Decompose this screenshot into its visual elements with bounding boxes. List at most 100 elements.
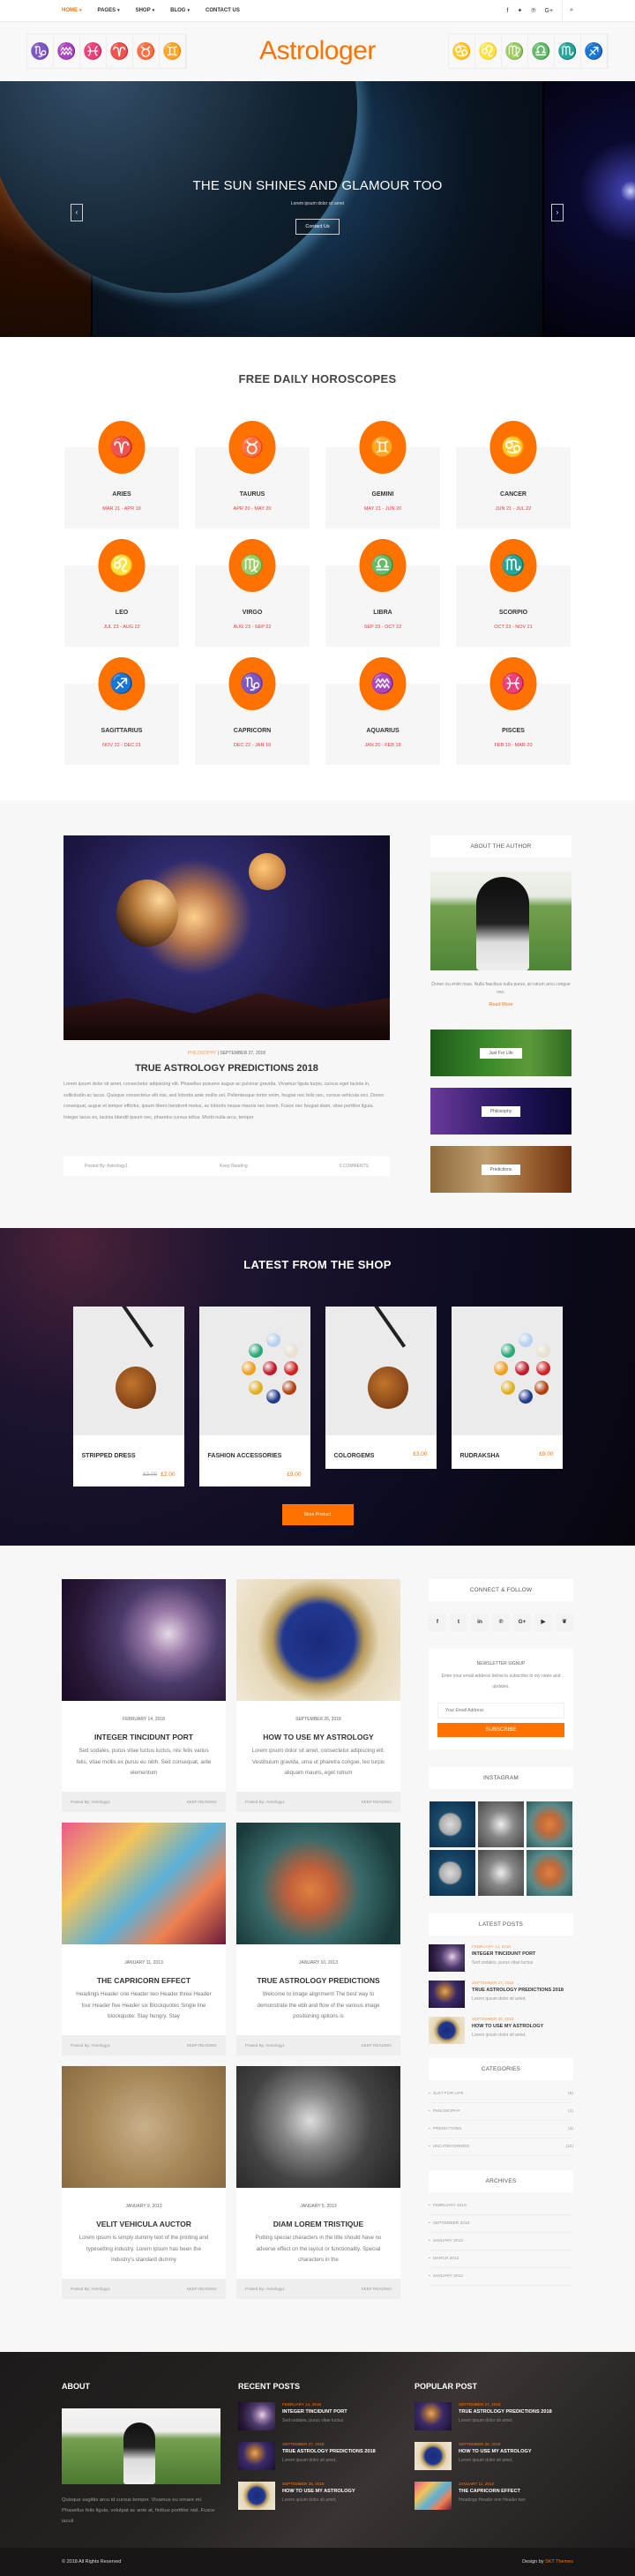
nav-item-blog[interactable]: BLOG ▾ (170, 8, 190, 13)
horoscope-card-libra[interactable]: ♎ LIBRA SEP 23 - OCT 22 (325, 539, 440, 647)
pinterest-icon[interactable]: ℗ (531, 8, 535, 14)
horoscope-card-capricorn[interactable]: ♑ CAPRICORN DEC 22 - JAN 19 (195, 657, 310, 765)
latest-post-title[interactable]: TRUE ASTROLOGY PREDICTIONS 2018 (472, 1988, 564, 1993)
keep-reading-link[interactable]: Keep Reading (220, 1164, 248, 1169)
google-plus-icon[interactable]: G+ (513, 1614, 531, 1631)
zodiac-sign-icon[interactable]: ♊ (160, 34, 186, 68)
search-icon[interactable]: ⌕ (562, 0, 573, 21)
taurus-icon[interactable]: ♉ (228, 421, 276, 474)
post-title[interactable]: TRUE ASTROLOGY PREDICTIONS (236, 1976, 400, 1985)
leaf-icon[interactable]: ❦ (556, 1614, 573, 1631)
horoscope-card-sagittarius[interactable]: ♐ SAGITTARIUS NOV 22 - DEC 21 (64, 657, 179, 765)
post-image[interactable] (236, 1823, 400, 1944)
horoscope-card-leo[interactable]: ♌ LEO JUL 23 - AUG 22 (64, 539, 179, 647)
product-image[interactable] (451, 1307, 563, 1435)
zodiac-sign-icon[interactable]: ♐ (581, 34, 608, 68)
category-item[interactable]: PREDICTIONS (3) (429, 2121, 573, 2138)
keep-reading-link[interactable]: KEEP READING (187, 2043, 217, 2048)
archive-item[interactable]: FEBRUARY 2018 (429, 2198, 573, 2215)
zodiac-sign-icon[interactable]: ♋ (449, 34, 475, 68)
category-banner-predictions[interactable]: Predictions (430, 1146, 572, 1193)
product-image[interactable] (72, 1307, 184, 1435)
zodiac-sign-icon[interactable]: ♑ (27, 34, 54, 68)
instagram-thumbnail[interactable] (478, 1801, 524, 1847)
footer-post-title[interactable]: TRUE ASTROLOGY PREDICTIONS 2018 (282, 2449, 376, 2454)
latest-post-item[interactable]: SEPTEMBER 26, 2018 HOW TO USE MY ASTROLOG… (429, 2017, 573, 2044)
category-item[interactable]: JUST FOR LIFE (6) (429, 2086, 573, 2103)
footer-post-title[interactable]: HOW TO USE MY ASTROLOGY (459, 2449, 532, 2454)
keep-reading-link[interactable]: KEEP READING (187, 2287, 217, 2291)
post-image[interactable] (236, 1579, 400, 1701)
category-item[interactable]: UNCATEGORIZED (12) (429, 2138, 573, 2156)
instagram-thumbnail[interactable] (527, 1850, 572, 1896)
gemini-icon[interactable]: ♊ (359, 421, 407, 474)
zodiac-sign-icon[interactable]: ♓ (80, 34, 107, 68)
latest-post-title[interactable]: HOW TO USE MY ASTROLOGY (472, 2024, 543, 2029)
footer-post-item[interactable]: SEPTEMBER 27, 2018 TRUE ASTROLOGY PREDICT… (415, 2402, 573, 2430)
post-title[interactable]: THE CAPRICORN EFFECT (62, 1976, 226, 1985)
footer-post-thumbnail[interactable] (415, 2402, 452, 2430)
featured-post-image[interactable] (64, 835, 390, 1040)
nav-item-home[interactable]: HOME ▾ (62, 8, 82, 13)
featured-post-title[interactable]: TRUE ASTROLOGY PREDICTIONS 2018 (64, 1063, 390, 1074)
footer-post-title[interactable]: THE CAPRICORN EFFECT (459, 2489, 526, 2494)
post-image[interactable] (62, 1579, 226, 1701)
nav-item-pages[interactable]: PAGES ▾ (98, 8, 120, 13)
sagittarius-icon[interactable]: ♐ (98, 657, 146, 710)
twitter-icon[interactable]: t (450, 1614, 467, 1631)
zodiac-sign-icon[interactable]: ♌ (475, 34, 502, 68)
horoscope-card-aries[interactable]: ♈ ARIES MAR 21 - APR 19 (64, 421, 179, 528)
nav-item-shop[interactable]: SHOP ▾ (136, 8, 155, 13)
archive-item[interactable]: JANUARY 2012 (429, 2268, 573, 2286)
horoscope-card-cancer[interactable]: ♋ CANCER JUN 21 - JUL 22 (456, 421, 571, 528)
horoscope-card-pisces[interactable]: ♓ PISCES FEB 19 - MAR 20 (456, 657, 571, 765)
subscribe-button[interactable]: SUBSCRIBE (437, 1723, 564, 1737)
category-banner-philosophy[interactable]: Philosophy (430, 1088, 572, 1134)
keep-reading-link[interactable]: KEEP READING (362, 1800, 392, 1804)
post-image[interactable] (236, 2066, 400, 2188)
archive-item[interactable]: JANUARY 2013 (429, 2233, 573, 2250)
keep-reading-link[interactable]: KEEP READING (187, 1800, 217, 1804)
zodiac-sign-icon[interactable]: ♎ (528, 34, 555, 68)
keep-reading-link[interactable]: KEEP READING (362, 2043, 392, 2048)
site-logo[interactable]: Astrologer (259, 36, 376, 66)
footer-post-item[interactable]: FEBRUARY 14, 2018 INTEGER TINCIDUNT PORT S… (238, 2402, 397, 2430)
post-image[interactable] (62, 1823, 226, 1944)
product-card[interactable]: STRIPPED DRESS £3.00 £2.00 (72, 1307, 184, 1486)
product-card[interactable]: RUDRAKSHA £9.00 (451, 1307, 563, 1469)
slider-prev-arrow-icon[interactable]: ‹ (71, 204, 83, 221)
linkedin-icon[interactable]: in (471, 1614, 489, 1631)
post-title[interactable]: VELIT VEHICULA AUCTOR (62, 2220, 226, 2228)
read-more-link[interactable]: Read More (430, 1002, 572, 1007)
email-input[interactable] (437, 1703, 564, 1719)
skt-themes-link[interactable]: SKT Themes (545, 2559, 573, 2565)
capricorn-icon[interactable]: ♑ (228, 657, 276, 710)
archive-item[interactable]: MARCH 2012 (429, 2250, 573, 2268)
cancer-icon[interactable]: ♋ (489, 421, 537, 474)
horoscope-card-aquarius[interactable]: ♒ AQUARIUS JAN 20 - FEB 18 (325, 657, 440, 765)
latest-post-thumbnail[interactable] (429, 1944, 465, 1972)
latest-post-item[interactable]: SEPTEMBER 27, 2018 TRUE ASTROLOGY PREDICT… (429, 1981, 573, 2008)
zodiac-sign-icon[interactable]: ♈ (107, 34, 133, 68)
footer-post-thumbnail[interactable] (238, 2482, 275, 2510)
footer-post-title[interactable]: TRUE ASTROLOGY PREDICTIONS 2018 (459, 2409, 552, 2415)
contact-us-button[interactable]: Contact Us (295, 219, 340, 235)
aries-icon[interactable]: ♈ (98, 421, 146, 474)
scorpio-icon[interactable]: ♏ (489, 539, 537, 592)
category-item[interactable]: PHILOSOPHY (1) (429, 2103, 573, 2121)
latest-post-thumbnail[interactable] (429, 1981, 465, 2008)
archive-item[interactable]: SEPTEMBER 2016 (429, 2215, 573, 2233)
footer-post-title[interactable]: HOW TO USE MY ASTROLOGY (282, 2489, 355, 2494)
product-name[interactable]: FASHION ACCESSORIES (208, 1453, 302, 1459)
facebook-icon[interactable]: f (507, 8, 509, 14)
more-product-button[interactable]: More Product (281, 1504, 354, 1525)
footer-post-thumbnail[interactable] (238, 2402, 275, 2430)
footer-post-thumbnail[interactable] (415, 2442, 452, 2470)
comments-link[interactable]: 0 COMMENTS (340, 1164, 369, 1169)
keep-reading-link[interactable]: KEEP READING (362, 2287, 392, 2291)
instagram-thumbnail[interactable] (527, 1801, 572, 1847)
google-plus-icon[interactable]: G+ (545, 8, 554, 14)
product-image[interactable] (198, 1307, 310, 1435)
footer-post-thumbnail[interactable] (415, 2482, 452, 2510)
instagram-thumbnail[interactable] (430, 1801, 475, 1847)
